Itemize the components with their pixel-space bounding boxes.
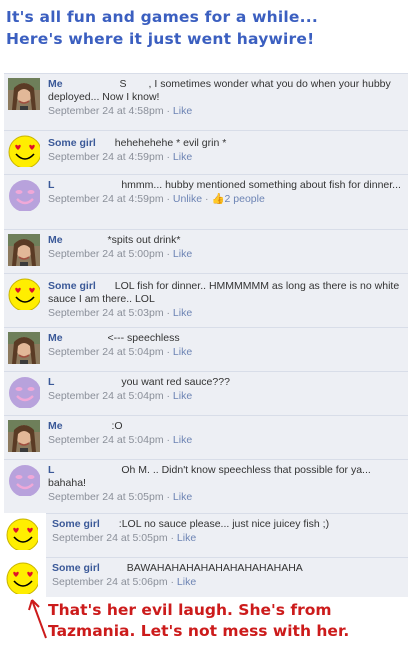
avatar[interactable]	[8, 135, 40, 167]
like-link[interactable]: Like	[173, 307, 192, 319]
comment-author-link[interactable]: Me	[48, 332, 63, 344]
smiley-face-icon	[8, 135, 40, 167]
profile-photo-icon	[8, 78, 40, 110]
comment-author-link[interactable]: Me	[48, 234, 63, 246]
like-link[interactable]: Like	[177, 576, 196, 588]
comment-item: L Oh M. .. Didn't know speechless that p…	[4, 459, 408, 513]
comment-item: Some girl BAWAHAHAHAHAHAHAHAHAHAHA Septe…	[6, 557, 408, 597]
comment-timestamp[interactable]: September 24 at 5:04pm	[48, 390, 164, 402]
like-link[interactable]: Like	[173, 346, 192, 358]
comment-text: BAWAHAHAHAHAHAHAHAHAHAHA	[126, 562, 303, 574]
comment-author-link[interactable]: L	[48, 179, 54, 191]
avatar[interactable]	[6, 518, 38, 550]
avatar[interactable]	[8, 464, 40, 496]
like-link[interactable]: Like	[173, 248, 192, 260]
comment-timestamp[interactable]: September 24 at 5:06pm	[52, 576, 168, 588]
comment-author-link[interactable]: L	[48, 464, 54, 476]
comment-timestamp[interactable]: September 24 at 5:05pm	[48, 491, 164, 503]
profile-photo-icon	[8, 234, 40, 266]
like-link[interactable]: Like	[173, 491, 192, 503]
smiley-face-icon	[6, 562, 38, 594]
avatar[interactable]	[8, 278, 40, 310]
comment-author-link[interactable]: Me	[48, 420, 63, 432]
comment-author-link[interactable]: Some girl	[48, 280, 96, 292]
avatar[interactable]	[8, 234, 40, 266]
comment-timestamp[interactable]: September 24 at 4:58pm	[48, 105, 164, 117]
avatar[interactable]	[8, 420, 40, 452]
comment-item: Some girl :LOL no sauce please... just n…	[6, 513, 408, 557]
comment-text: Oh M. .. Didn't know speechless that pos…	[48, 464, 371, 489]
comment-timestamp[interactable]: September 24 at 5:00pm	[48, 248, 164, 260]
comment-item: L hmmm... hubby mentioned something abou…	[4, 174, 408, 229]
title-caption: It's all fun and games for a while... He…	[6, 6, 416, 50]
comment-text: :LOL no sauce please... just nice juicey…	[118, 518, 330, 530]
smiley-face-icon	[6, 518, 38, 550]
caption-line-1: It's all fun and games for a while...	[6, 8, 318, 26]
comment-text: LOL fish for dinner.. HMMMMMM as long as…	[48, 280, 400, 305]
avatar[interactable]	[6, 562, 38, 594]
avatar[interactable]	[8, 179, 40, 211]
comment-item: Me <--- speechless September 24 at 5:04p…	[4, 327, 408, 371]
profile-photo-icon	[8, 332, 40, 364]
avatar[interactable]	[8, 78, 40, 110]
like-link[interactable]: Like	[173, 390, 192, 402]
purple-face-icon	[9, 180, 40, 211]
comment-timestamp[interactable]: September 24 at 5:03pm	[48, 307, 164, 319]
smiley-face-icon	[8, 278, 40, 310]
comment-timestamp[interactable]: September 24 at 5:05pm	[52, 532, 168, 544]
annotation-line-2: Tazmania. Let's not mess with her.	[48, 622, 350, 640]
comment-item: L you want red sauce??? September 24 at …	[4, 371, 408, 415]
comment-author-link[interactable]: Some girl	[52, 518, 100, 530]
comment-author-link[interactable]: Some girl	[48, 137, 96, 149]
avatar[interactable]	[8, 376, 40, 408]
like-link[interactable]: Like	[177, 532, 196, 544]
comment-author-link[interactable]: Me	[48, 78, 63, 90]
comment-item: Some girl LOL fish for dinner.. HMMMMMM …	[4, 273, 408, 327]
likes-count-link[interactable]: 2 people	[225, 193, 265, 205]
comment-timestamp[interactable]: September 24 at 5:04pm	[48, 434, 164, 446]
comment-text: you want red sauce???	[121, 376, 230, 388]
comment-text: S	[119, 78, 127, 90]
comment-timestamp[interactable]: September 24 at 4:59pm	[48, 193, 164, 205]
comment-timestamp[interactable]: September 24 at 4:59pm	[48, 151, 164, 163]
comment-item: Some girl hehehehehe * evil grin * Septe…	[4, 130, 408, 174]
comment-author-link[interactable]: L	[48, 376, 54, 388]
comment-item: Me :O September 24 at 5:04pm · Like	[4, 415, 408, 459]
avatar[interactable]	[8, 332, 40, 364]
comment-item: Me S, I sometimes wonder what you do whe…	[4, 73, 408, 130]
like-link[interactable]: Like	[173, 151, 192, 163]
annotation-caption: That's her evil laugh. She's from Tazman…	[48, 600, 349, 642]
unlike-link[interactable]: Unlike	[173, 193, 202, 205]
profile-photo-icon	[8, 420, 40, 452]
comment-text: , I sometimes wonder what you do when yo…	[48, 78, 391, 103]
annotation-line-1: That's her evil laugh. She's from	[48, 601, 332, 619]
comment-timestamp[interactable]: September 24 at 5:04pm	[48, 346, 164, 358]
purple-face-icon	[9, 377, 40, 408]
comment-text: <--- speechless	[107, 332, 180, 344]
comment-text: hehehehehe * evil grin *	[114, 137, 227, 149]
thumbs-up-icon: 👍	[211, 193, 225, 205]
like-link[interactable]: Like	[173, 434, 192, 446]
comment-author-link[interactable]: Some girl	[52, 562, 100, 574]
comment-item: Me *spits out drink* September 24 at 5:0…	[4, 229, 408, 273]
like-link[interactable]: Like	[173, 105, 192, 117]
caption-line-2: Here's where it just went haywire!	[6, 30, 315, 48]
comment-text: hmmm... hubby mentioned something about …	[121, 179, 401, 191]
purple-face-icon	[9, 465, 40, 496]
comment-text: *spits out drink*	[107, 234, 181, 246]
comment-text: :O	[111, 420, 123, 432]
